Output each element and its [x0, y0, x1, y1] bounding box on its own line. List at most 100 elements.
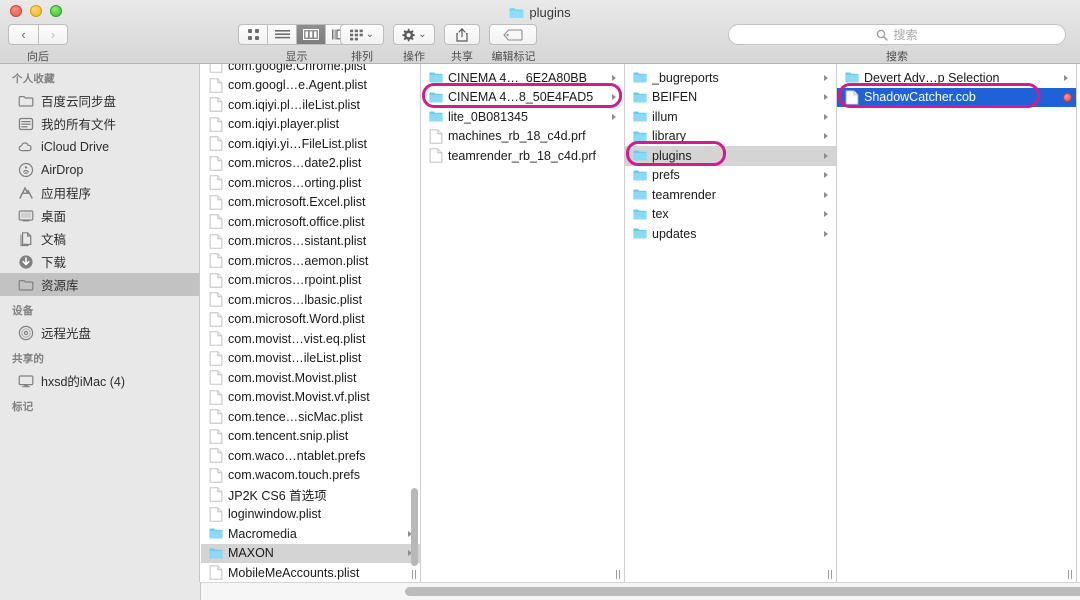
- item-label: com.iqiyi.pl…ileList.plist: [228, 97, 360, 112]
- folder-row[interactable]: library: [625, 127, 836, 147]
- sidebar[interactable]: 个人收藏 百度云同步盘 我的所有文件 iCloud Drive AirDrop 应用…: [0, 64, 200, 600]
- sidebar-item-1-s3[interactable]: hxsd的iMac (4): [0, 369, 199, 392]
- file-row[interactable]: com.googl…e.Agent.plist: [201, 76, 420, 96]
- disclosure-arrow-icon[interactable]: [824, 152, 832, 159]
- sidebar-item-6-s1[interactable]: 桌面: [0, 204, 199, 227]
- sidebar-item-3-s1[interactable]: iCloud Drive: [0, 135, 199, 158]
- disclosure-arrow-icon[interactable]: [1064, 74, 1072, 81]
- file-row[interactable]: com.micros…aemon.plist: [201, 251, 420, 271]
- folder-row[interactable]: tex: [625, 205, 836, 225]
- forward-button[interactable]: ›: [38, 24, 68, 45]
- column-resize-handle[interactable]: [826, 570, 833, 579]
- column-maxon[interactable]: CINEMA 4…_6E2A80BB CINEMA 4…8_50E4FAD5 l…: [421, 64, 625, 582]
- disclosure-arrow-icon[interactable]: [824, 230, 832, 237]
- file-row[interactable]: com.iqiyi.player.plist: [201, 115, 420, 135]
- column-cinema4d[interactable]: _bugreports BEIFEN illum library plugins…: [625, 64, 837, 582]
- file-row[interactable]: com.movist.Movist.vf.plist: [201, 388, 420, 408]
- folder-row[interactable]: lite_0B081345: [421, 107, 624, 127]
- column-browser[interactable]: com.google.Chrome.plist com.googl…e.Agen…: [201, 64, 1080, 582]
- folder-row[interactable]: CINEMA 4…8_50E4FAD5: [421, 88, 624, 108]
- list-view-button[interactable]: [267, 24, 296, 45]
- sidebar-item-1-s2[interactable]: 远程光盘: [0, 321, 199, 344]
- edit-tags-button[interactable]: [489, 24, 537, 45]
- sidebar-item-2-s1[interactable]: 我的所有文件: [0, 112, 199, 135]
- back-button[interactable]: ‹: [8, 24, 38, 45]
- share-button[interactable]: [444, 24, 480, 45]
- column-plugins[interactable]: Devert Adv…p Selection ShadowCatcher.cob: [837, 64, 1077, 582]
- disclosure-arrow-icon[interactable]: [824, 133, 832, 140]
- sidebar-item-9-s1[interactable]: 资源库: [0, 273, 199, 296]
- arrange-grid-icon: [349, 29, 363, 40]
- file-row[interactable]: com.movist…ileList.plist: [201, 349, 420, 369]
- horizontal-scrollbar-thumb[interactable]: [405, 587, 1080, 596]
- file-row[interactable]: ShadowCatcher.cob: [837, 87, 1076, 107]
- view-group-label: 显示: [285, 51, 308, 63]
- file-row[interactable]: com.micros…rpoint.plist: [201, 271, 420, 291]
- action-button[interactable]: ⌄: [393, 24, 435, 45]
- column-preferences[interactable]: com.google.Chrome.plist com.googl…e.Agen…: [201, 64, 421, 582]
- column-resize-handle[interactable]: [1066, 570, 1073, 579]
- file-row[interactable]: com.microsoft.Word.plist: [201, 310, 420, 330]
- disclosure-arrow-icon[interactable]: [612, 74, 620, 81]
- sidebar-item-4-s1[interactable]: AirDrop: [0, 158, 199, 181]
- item-label: com.tencent.snip.plist: [228, 429, 349, 444]
- vertical-scrollbar-thumb[interactable]: [411, 488, 418, 566]
- window-toolbar: plugins ‹ › 向后 显示 ⌄ 排列 ⌄ 操作 共享 编辑标记 搜索 搜…: [0, 0, 1080, 64]
- file-icon: [209, 214, 223, 229]
- folder-row[interactable]: Macromedia: [201, 524, 420, 544]
- file-row[interactable]: com.micros…date2.plist: [201, 154, 420, 174]
- folder-row[interactable]: plugins: [625, 146, 836, 166]
- file-row[interactable]: MobileMeAccounts.plist: [201, 563, 420, 582]
- disclosure-arrow-icon[interactable]: [824, 211, 832, 218]
- file-row[interactable]: com.micros…orting.plist: [201, 173, 420, 193]
- folder-row[interactable]: _bugreports: [625, 68, 836, 88]
- sidebar-item-label: 百度云同步盘: [41, 95, 117, 109]
- folder-row[interactable]: BEIFEN: [625, 88, 836, 108]
- file-row[interactable]: com.google.Chrome.plist: [201, 64, 420, 76]
- item-label: com.micros…rpoint.plist: [228, 273, 362, 288]
- folder-row[interactable]: CINEMA 4…_6E2A80BB: [421, 68, 624, 88]
- disclosure-arrow-icon[interactable]: [824, 94, 832, 101]
- column-resize-handle[interactable]: [410, 570, 417, 579]
- file-row[interactable]: com.iqiyi.pl…ileList.plist: [201, 95, 420, 115]
- file-row[interactable]: com.waco…ntablet.prefs: [201, 446, 420, 466]
- disclosure-arrow-icon[interactable]: [824, 113, 832, 120]
- file-row[interactable]: com.tence…sicMac.plist: [201, 407, 420, 427]
- folder-row[interactable]: illum: [625, 107, 836, 127]
- file-row[interactable]: com.micros…lbasic.plist: [201, 290, 420, 310]
- file-row[interactable]: com.movist…vist.eq.plist: [201, 329, 420, 349]
- tag-icon: [503, 28, 523, 41]
- horizontal-scrollbar-track[interactable]: [201, 582, 1080, 600]
- file-row[interactable]: teamrender_rb_18_c4d.prf: [421, 146, 624, 166]
- sidebar-item-1-s1[interactable]: 百度云同步盘: [0, 89, 199, 112]
- disclosure-arrow-icon[interactable]: [824, 172, 832, 179]
- column-view-button[interactable]: [296, 24, 325, 45]
- folder-row[interactable]: updates: [625, 224, 836, 244]
- folder-row[interactable]: Devert Adv…p Selection: [837, 68, 1076, 88]
- file-row[interactable]: com.tencent.snip.plist: [201, 427, 420, 447]
- disclosure-arrow-icon[interactable]: [612, 94, 620, 101]
- sidebar-item-8-s1[interactable]: 下载: [0, 250, 199, 273]
- file-row[interactable]: com.movist.Movist.plist: [201, 368, 420, 388]
- sidebar-item-7-s1[interactable]: 文稿: [0, 227, 199, 250]
- disclosure-arrow-icon[interactable]: [824, 191, 832, 198]
- file-row[interactable]: com.microsoft.Excel.plist: [201, 193, 420, 213]
- disclosure-arrow-icon[interactable]: [824, 74, 832, 81]
- folder-row[interactable]: MAXON: [201, 543, 420, 563]
- column-resize-handle[interactable]: [614, 570, 621, 579]
- file-row[interactable]: com.iqiyi.yi…FileList.plist: [201, 134, 420, 154]
- folder-row[interactable]: teamrender: [625, 185, 836, 205]
- file-row[interactable]: machines_rb_18_c4d.prf: [421, 127, 624, 147]
- sidebar-item-5-s1[interactable]: 应用程序: [0, 181, 199, 204]
- icon-view-button[interactable]: [238, 24, 267, 45]
- disclosure-arrow-icon[interactable]: [612, 113, 620, 120]
- file-row[interactable]: loginwindow.plist: [201, 505, 420, 525]
- file-row[interactable]: com.microsoft.office.plist: [201, 212, 420, 232]
- file-row[interactable]: JP2K CS6 首选项: [201, 485, 420, 505]
- item-label: com.waco…ntablet.prefs: [228, 448, 366, 463]
- file-row[interactable]: com.micros…sistant.plist: [201, 232, 420, 252]
- folder-row[interactable]: prefs: [625, 166, 836, 186]
- file-row[interactable]: com.wacom.touch.prefs: [201, 466, 420, 486]
- search-input[interactable]: 搜索: [728, 24, 1066, 45]
- arrange-button[interactable]: ⌄: [340, 24, 384, 45]
